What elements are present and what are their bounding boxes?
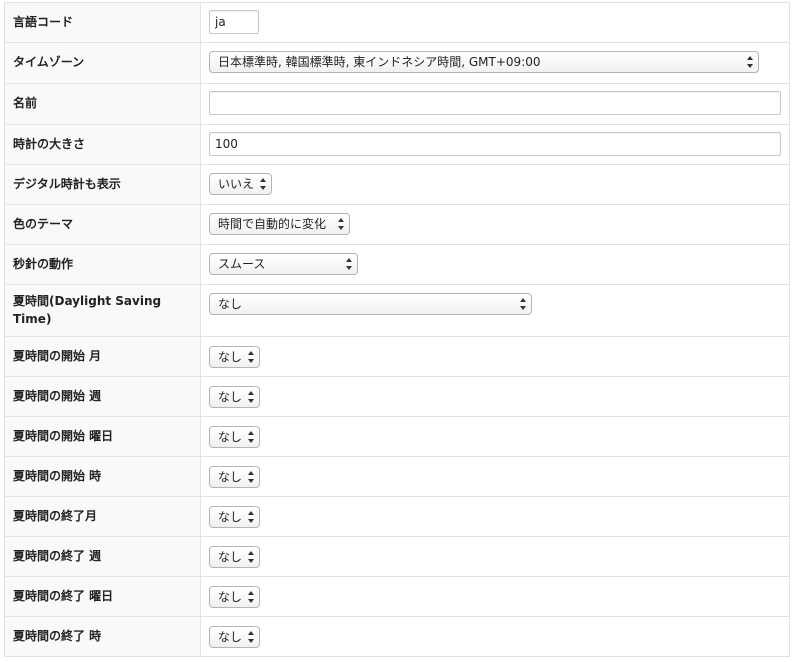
dst-select[interactable]: なし [209,293,532,315]
updown-chevron-icon [248,551,254,563]
row-timezone: タイムゾーン 日本標準時, 韓国標準時, 東インドネシア時間, GMT+09:0… [4,42,790,84]
select-value: なし [218,390,243,404]
select-value: なし [218,550,243,564]
row-label: 秒針の動作 [4,244,201,285]
digital-clock-select[interactable]: いいえ [209,173,272,195]
updown-chevron-icon [248,591,254,603]
language-code-input[interactable] [209,10,259,34]
select-value: なし [218,510,243,524]
select-value: なし [218,470,243,484]
clock-size-input[interactable] [209,132,781,156]
updown-chevron-icon [248,631,254,643]
select-value: 時間で自動的に変化 [218,217,327,231]
row-language-code: 言語コード [4,2,790,43]
updown-chevron-icon [346,258,352,270]
row-dst-start-weekday: 夏時間の開始 曜日 なし [4,416,790,457]
updown-chevron-icon [338,218,344,230]
row-label: 夏時間の開始 曜日 [4,416,201,457]
row-dst-end-hour: 夏時間の終了 時 なし [4,616,790,657]
row-color-theme: 色のテーマ 時間で自動的に変化 [4,204,790,245]
select-value: なし [218,297,243,311]
row-label: 夏時間(Daylight Saving Time) [4,284,201,337]
row-label: 夏時間の終了 週 [4,536,201,577]
row-dst-start-week: 夏時間の開始 週 なし [4,376,790,417]
row-label: 言語コード [4,2,201,43]
settings-table: 言語コード タイムゾーン 日本標準時, 韓国標準時, 東インドネシア時間, GM… [4,2,790,657]
row-label: 夏時間の終了 曜日 [4,576,201,617]
updown-chevron-icon [520,298,526,310]
select-value: なし [218,630,243,644]
row-dst-end-month: 夏時間の終了月 なし [4,496,790,537]
row-dst-end-weekday: 夏時間の終了 曜日 なし [4,576,790,617]
updown-chevron-icon [248,351,254,363]
updown-chevron-icon [248,431,254,443]
row-label: 夏時間の開始 週 [4,376,201,417]
color-theme-select[interactable]: 時間で自動的に変化 [209,213,350,235]
dst-end-month-select[interactable]: なし [209,506,260,528]
second-hand-select[interactable]: スムース [209,253,358,275]
row-label: 夏時間の終了月 [4,496,201,537]
select-value: 日本標準時, 韓国標準時, 東インドネシア時間, GMT+09:00 [218,55,541,69]
updown-chevron-icon [248,511,254,523]
dst-end-hour-select[interactable]: なし [209,626,260,648]
row-dst-start-month: 夏時間の開始 月 なし [4,336,790,377]
row-dst-start-hour: 夏時間の開始 時 なし [4,456,790,497]
row-digital-clock: デジタル時計も表示 いいえ [4,164,790,205]
timezone-select[interactable]: 日本標準時, 韓国標準時, 東インドネシア時間, GMT+09:00 [209,51,759,73]
dst-end-week-select[interactable]: なし [209,546,260,568]
dst-start-week-select[interactable]: なし [209,386,260,408]
select-value: なし [218,590,243,604]
dst-end-weekday-select[interactable]: なし [209,586,260,608]
row-label: 夏時間の開始 時 [4,456,201,497]
row-label: 夏時間の終了 時 [4,616,201,657]
select-value: スムース [218,257,266,271]
name-input[interactable] [209,91,781,115]
row-dst: 夏時間(Daylight Saving Time) なし [4,284,790,337]
dst-start-month-select[interactable]: なし [209,346,260,368]
row-dst-end-week: 夏時間の終了 週 なし [4,536,790,577]
row-name: 名前 [4,83,790,125]
row-label: デジタル時計も表示 [4,164,201,205]
row-label: タイムゾーン [4,42,201,84]
row-second-hand: 秒針の動作 スムース [4,244,790,285]
updown-chevron-icon [248,471,254,483]
select-value: なし [218,350,243,364]
dst-start-weekday-select[interactable]: なし [209,426,260,448]
updown-chevron-icon [260,178,266,190]
select-value: なし [218,430,243,444]
row-label: 時計の大きさ [4,124,201,165]
updown-chevron-icon [747,56,753,68]
row-clock-size: 時計の大きさ [4,124,790,165]
row-label: 色のテーマ [4,204,201,245]
row-label: 夏時間の開始 月 [4,336,201,377]
row-label: 名前 [4,83,201,125]
dst-start-hour-select[interactable]: なし [209,466,260,488]
select-value: いいえ [218,177,255,191]
updown-chevron-icon [248,391,254,403]
